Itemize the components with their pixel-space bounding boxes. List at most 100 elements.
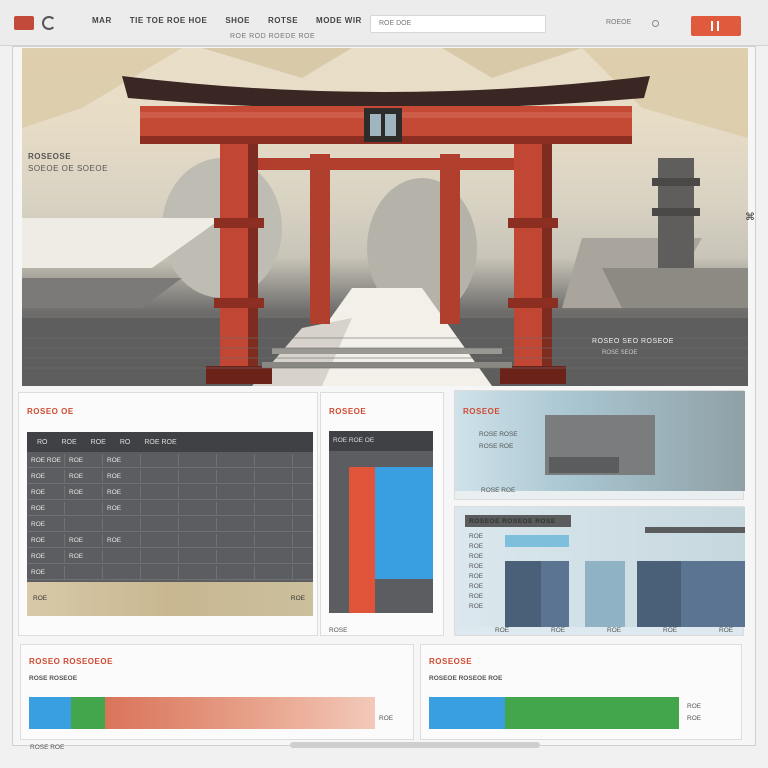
menu-item-3[interactable]: SHOE <box>225 16 250 30</box>
table-cell <box>255 518 293 531</box>
right-bottom-label: ROE <box>469 543 484 550</box>
reload-icon[interactable] <box>42 16 56 30</box>
meter-segment-blue <box>429 697 505 729</box>
progress-segment-orange <box>105 697 375 729</box>
table-cell <box>217 502 255 515</box>
progress-segment-blue <box>29 697 71 729</box>
right-top-line-2: ROSE ROSE <box>479 431 518 438</box>
right-bottom-label: ROE <box>469 593 484 600</box>
table-cell: ROE <box>65 486 103 499</box>
right-top-bar <box>549 457 619 473</box>
top-bar: MAR TIE TOE ROE HOE SHOE ROTSE MODE WIR … <box>0 0 768 46</box>
bottom-right-panel: ROSEOSE ROSEOE ROSEOE ROE ROE ROE <box>420 644 742 740</box>
right-bottom-label: ROE <box>469 583 484 590</box>
app-window: MAR TIE TOE ROE HOE SHOE ROTSE MODE WIR … <box>0 0 768 768</box>
table-footer: ROE ROE <box>27 582 313 616</box>
bottom-right-side-1: ROE <box>687 703 702 710</box>
right-top-line-3: ROSE ROE <box>479 443 514 450</box>
bar-blue[interactable] <box>375 467 433 579</box>
table-row[interactable]: ROE ROE ROE <box>27 534 313 548</box>
right-bottom-panel-title: ROSEOE ROSEOE ROSE <box>469 518 556 525</box>
right-bottom-chart <box>505 527 745 627</box>
table-header: RO ROE ROE RO ROE ROE <box>27 432 313 452</box>
bottom-right-subtitle: ROSEOE ROSEOE ROE <box>429 675 503 682</box>
progress-segment-green <box>71 697 105 729</box>
table-cell: ROE <box>103 454 141 467</box>
menu-item-5[interactable]: MODE WIR <box>316 16 362 30</box>
table-cell <box>179 454 217 467</box>
table-cell <box>103 518 141 531</box>
table-row[interactable]: ROE ROE <box>27 502 313 516</box>
table-cell <box>141 534 179 547</box>
table-cell: ROE <box>103 486 141 499</box>
table-cell: ROE <box>103 470 141 483</box>
table-row[interactable]: ROE ROE ROE <box>27 486 313 500</box>
table-cell <box>255 534 293 547</box>
table-cell <box>255 502 293 515</box>
bottom-left-panel: ROSEO ROSEOEOE ROSE ROSEOE ROE <box>20 644 414 740</box>
table-cell: ROE <box>27 486 65 499</box>
menu-bar: MAR TIE TOE ROE HOE SHOE ROTSE MODE WIR <box>92 16 362 30</box>
right-bottom-label: ROE <box>469 563 484 570</box>
right-bottom-axis-label: ROE <box>719 627 734 634</box>
address-field[interactable]: ROE DOE <box>370 15 546 33</box>
table-header-cell[interactable]: ROE <box>91 439 106 446</box>
table-header-cell[interactable]: ROE <box>62 439 77 446</box>
table-row[interactable]: ROE ROE <box>27 550 313 564</box>
menu-item-1[interactable]: MAR <box>92 16 112 30</box>
hero-caption-2: ROSE SEOE <box>602 350 638 356</box>
table-cell: ROE <box>103 534 141 547</box>
table-cell: ROE <box>27 518 65 531</box>
table-cell <box>141 486 179 499</box>
right-bottom-axis-label: ROE <box>551 627 566 634</box>
table-cell <box>65 502 103 515</box>
table-cell: ROE <box>27 566 65 579</box>
sub-toolbar-text: ROE ROD ROEDE ROE <box>230 33 316 40</box>
bottom-right-side-2: ROE <box>687 715 702 722</box>
table-cell <box>141 470 179 483</box>
table-cell <box>255 566 293 579</box>
right-top-panel-title: ROSEOE <box>463 407 501 416</box>
table-cell <box>255 454 293 467</box>
table-cell: ROE <box>27 470 65 483</box>
right-bottom-label: ROE <box>469 533 484 540</box>
table-cell: ROE <box>65 470 103 483</box>
bottom-left-panel-title: ROSEO ROSEOEOE <box>29 657 113 666</box>
table-cell <box>65 566 103 579</box>
table-cell <box>217 518 255 531</box>
bottom-left-end-label: ROE <box>379 715 394 722</box>
table-cell <box>255 550 293 563</box>
table-row[interactable]: ROE ROE ROE <box>27 470 313 484</box>
table-cell <box>103 566 141 579</box>
hand-cursor-icon[interactable]: ⌘ <box>745 212 755 223</box>
table-cell: ROE <box>27 502 65 515</box>
table-row[interactable]: ROE <box>27 518 313 532</box>
bottom-left-subtitle: ROSE ROSEOE <box>29 675 78 682</box>
right-bottom-panel: ROSEOE ROSEOE ROSE ROE ROE ROE ROE ROE ROE ROE… <box>454 506 745 636</box>
table-cell <box>179 470 217 483</box>
menu-item-2[interactable]: TIE TOE ROE HOE <box>130 16 208 30</box>
horizontal-scrollbar[interactable] <box>290 742 540 748</box>
table-cell: ROE <box>103 502 141 515</box>
table-cell <box>217 470 255 483</box>
table-cell <box>65 518 103 531</box>
right-bottom-axis-label: ROE <box>663 627 678 634</box>
table-header-cell[interactable]: ROE ROE <box>144 439 176 446</box>
table-header-cell[interactable]: RO <box>37 439 48 446</box>
bar-panel: ROSEOE ROE ROE OE ROSE <box>320 392 444 636</box>
table-header-cell[interactable]: RO <box>120 439 131 446</box>
primary-action-button[interactable] <box>691 16 741 36</box>
table-cell <box>141 502 179 515</box>
app-logo[interactable] <box>14 16 34 30</box>
meter-segment-green <box>505 697 679 729</box>
right-bottom-label: ROE <box>469 603 484 610</box>
menu-item-4[interactable]: ROTSE <box>268 16 298 30</box>
table-row[interactable]: ROE <box>27 566 313 580</box>
bar-panel-title: ROSEOE <box>329 407 367 416</box>
bar-red[interactable] <box>349 467 375 613</box>
table-cell <box>179 550 217 563</box>
table-row[interactable]: ROE ROE ROE ROE <box>27 454 313 468</box>
table-cell: ROE <box>65 550 103 563</box>
hero-caption: ROSEO SEO ROSEOE <box>592 338 674 345</box>
table-cell <box>103 550 141 563</box>
